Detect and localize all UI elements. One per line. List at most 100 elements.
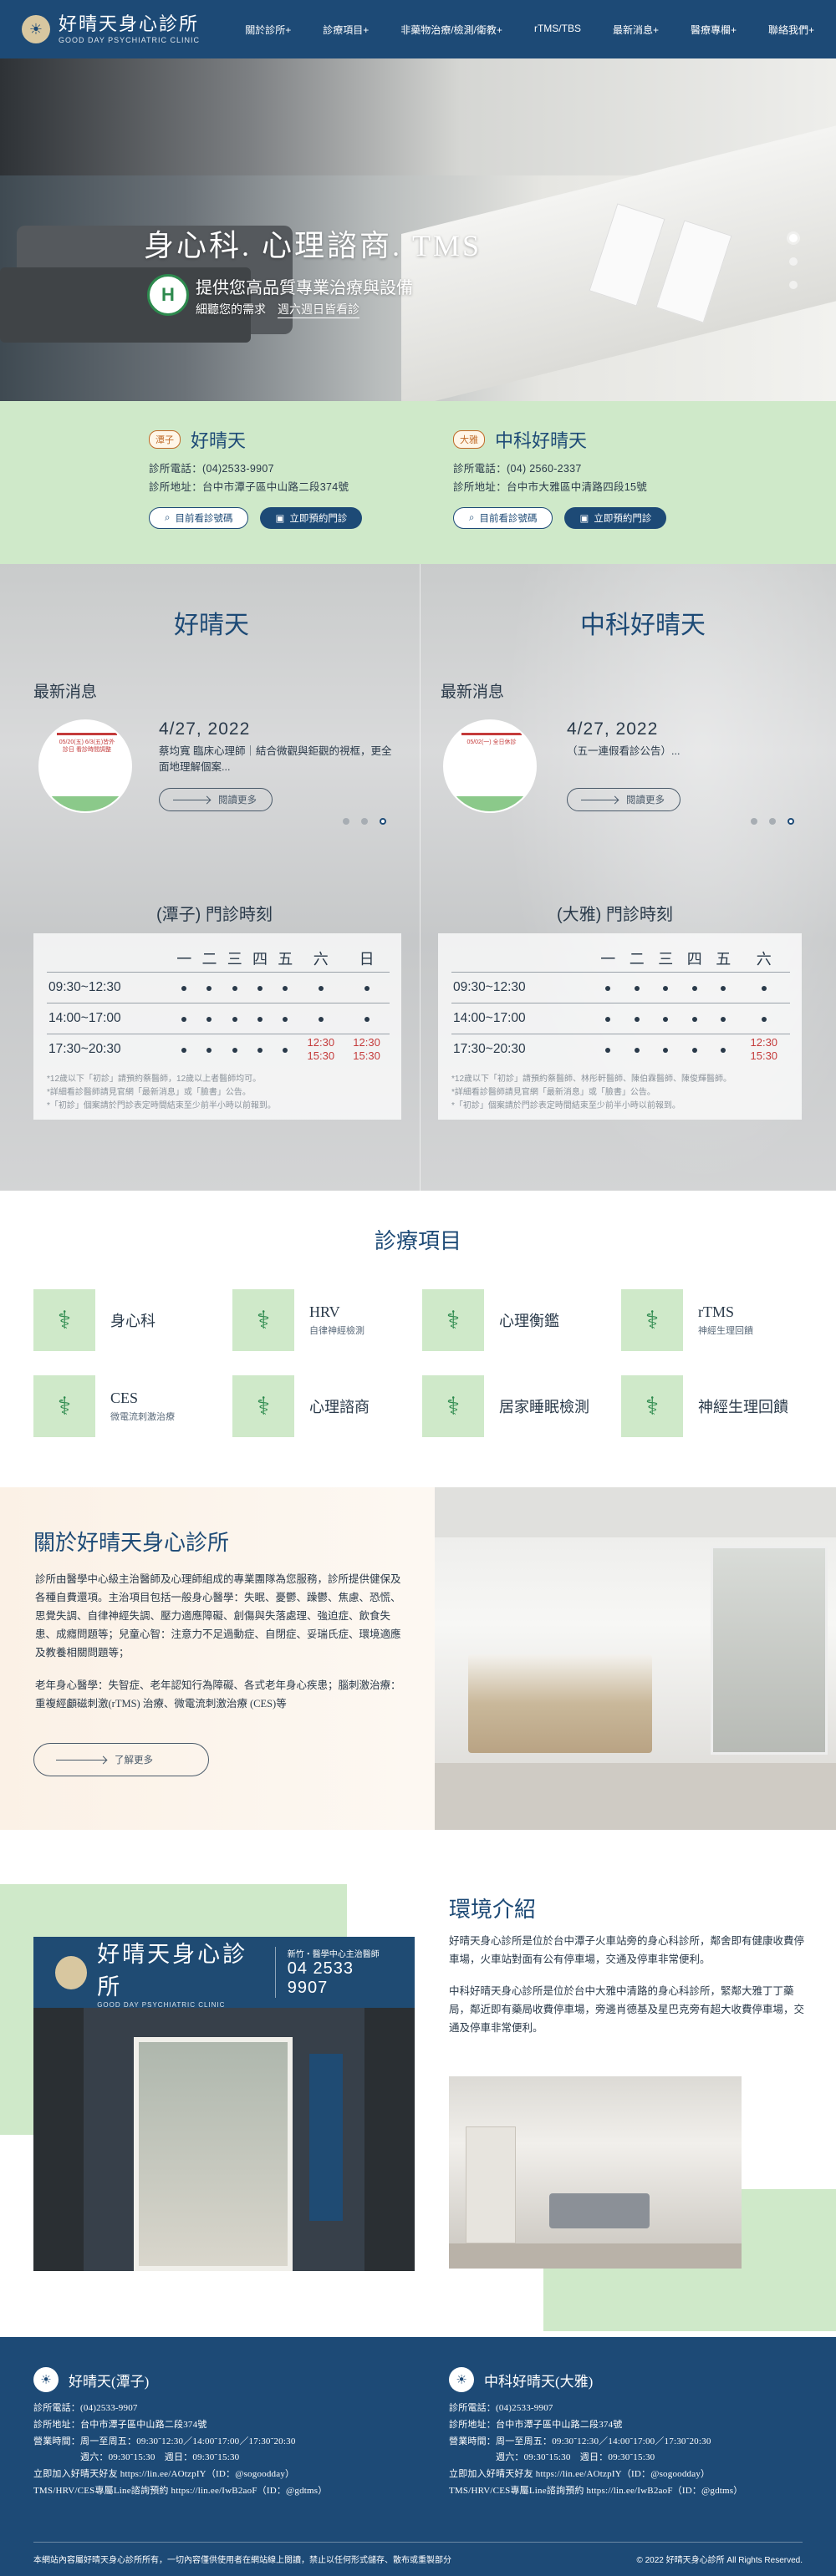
logo-subtitle: GOOD DAY PSYCHIATRIC CLINIC — [59, 35, 201, 44]
sun-logo-icon: ☀ — [33, 2367, 59, 2392]
open-dot-icon — [171, 1033, 197, 1064]
hero-dot[interactable] — [789, 257, 798, 266]
branch-tag: 潭子 — [149, 430, 181, 449]
footer-line: 診所地址：台中市潭子區中山路二段374號 — [33, 2419, 207, 2430]
news-excerpt[interactable]: （五一連假看診公告）... — [567, 744, 809, 760]
hours-note: *詳細看診醫師請見官網「最新消息」或「臉書」公告。 — [47, 1088, 251, 1097]
branch-address: 診所地址：台中市潭子區中山路二段374號 — [149, 481, 349, 493]
nav-about[interactable]: 關於診所+ — [245, 23, 291, 37]
hero-dot[interactable] — [789, 281, 798, 289]
footer-line: 診所電話：(04)2533-9907 — [33, 2403, 138, 2413]
hours-row: 17:30~20:30 12:30 15:30 — [451, 1033, 790, 1064]
sun-logo-icon: ☀ — [449, 2367, 474, 2392]
copyright: © 2022 好晴天身心診所 All Rights Reserved. — [636, 2556, 803, 2565]
hero-banner: 身心科. 心理諮商. TMS H 提供您高品質專業治療與設備 細聽您的需求 週六週… — [0, 58, 836, 409]
open-dot-icon — [196, 971, 222, 1003]
time-slot: 14:00~17:00 — [47, 1002, 172, 1034]
news-heading: 最新消息 — [33, 683, 98, 701]
footer-line: 立即加入好晴天好友 https://lin.ee/AOtzpIY（ID：@sog… — [33, 2469, 295, 2480]
footer-line: 診所電話：(04)2533-9907 — [449, 2403, 553, 2413]
news-excerpt[interactable]: 蔡均寬 臨床心理師｜結合微觀與鉅觀的視框，更全面地理解個案... — [159, 744, 401, 776]
storefront-photo: 好晴天身心診所 GOOD DAY PSYCHIATRIC CLINIC 新竹・醫… — [33, 1937, 415, 2271]
service-item[interactable]: ⚕ HRV 自律神經檢測 — [232, 1289, 364, 1351]
current-number-button[interactable]: ⌕ 目前看診號碼 — [149, 507, 249, 529]
hero-subtitle: 提供您高品質專業治療與設備 — [196, 279, 413, 297]
waiting-room-photo — [449, 2076, 742, 2269]
news-heading: 最新消息 — [441, 683, 505, 701]
nav-contact[interactable]: 聯絡我們+ — [768, 23, 814, 37]
book-appointment-button[interactable]: ▣ 立即預約門診 — [260, 507, 363, 529]
open-dot-icon — [622, 1002, 652, 1034]
site-footer: ☀ 好晴天(潭子) 診所電話：(04)2533-9907 診所地址：台中市潭子區中山… — [0, 2337, 836, 2576]
stethoscope-icon: ⚕ — [422, 1289, 484, 1351]
service-name: 居家睡眠檢測 — [499, 1399, 589, 1415]
hours-title: (潭子) 門診時刻 — [156, 906, 273, 924]
calendar-icon: ▣ — [275, 514, 285, 524]
open-dot-icon — [273, 1002, 298, 1034]
arrow-right-icon — [56, 1759, 106, 1761]
branches-section: 潭子 好晴天 診所電話：(04)2533-9907 診所地址：台中市潭子區中山路… — [0, 401, 836, 564]
nav-column[interactable]: 醫療專欄+ — [691, 23, 737, 37]
open-dot-icon — [680, 1002, 710, 1034]
service-item[interactable]: ⚕ rTMS 神經生理回饋 — [621, 1289, 753, 1351]
footer-line: 週六：09:30˜15:30 週日：09:30˜15:30 — [449, 2452, 655, 2463]
open-dot-icon — [298, 971, 344, 1003]
column-title: 中科好晴天 — [580, 612, 706, 639]
footer-line: TMS/HRV/CES專屬Line諮詢預約 https://lin.ee/IwB… — [449, 2485, 743, 2496]
time-slot: 09:30~12:30 — [47, 971, 172, 1003]
main-nav: 關於診所+ 診療項目+ 非藥物治療/檢測/衛教+ rTMS/TBS 最新消息+ … — [245, 23, 814, 37]
day-header: 日 — [359, 950, 375, 968]
day-header: 一 — [600, 950, 616, 968]
nav-news[interactable]: 最新消息+ — [613, 23, 659, 37]
open-dot-icon — [651, 1002, 681, 1034]
footer-line: TMS/HRV/CES專屬Line諮詢預約 https://lin.ee/IwB… — [33, 2485, 328, 2496]
day-header: 六 — [756, 950, 772, 968]
current-number-button[interactable]: ⌕ 目前看診號碼 — [453, 507, 553, 529]
nav-non-drug[interactable]: 非藥物治療/檢測/衛教+ — [400, 23, 502, 37]
news-thumbnail[interactable]: 05/20(五) 6/3(五)皆外診日 看診時間調整 — [38, 719, 132, 813]
service-item[interactable]: ⚕ 神經生理回饋 — [621, 1375, 788, 1437]
open-dot-icon — [709, 971, 738, 1003]
learn-more-button[interactable]: 了解更多 — [33, 1743, 209, 1776]
service-item[interactable]: ⚕ 身心科 — [33, 1289, 155, 1351]
hours-notes: *12歲以下「初診」請預約蔡醫師、林彤軒醫師、陳伯霖醫師、陳俊輝醫師。 *詳細看診… — [451, 1064, 790, 1120]
read-more-button[interactable]: 閱讀更多 — [567, 788, 681, 811]
open-dot-icon — [171, 971, 197, 1003]
open-dot-icon — [344, 971, 390, 1003]
hours-header-blank — [47, 945, 171, 972]
service-item[interactable]: ⚕ 心理諮商 — [232, 1375, 370, 1437]
storefront-sign: 好晴天身心診所 GOOD DAY PSYCHIATRIC CLINIC 新竹・醫… — [33, 1937, 415, 2009]
open-dot-icon — [593, 1002, 623, 1034]
nav-rtms[interactable]: rTMS/TBS — [534, 23, 581, 37]
hours-table-tanzi: 一二三四五 六 日 09:30~12:30 14:00~17:00 17:30~20:30… — [33, 933, 401, 1120]
branch-phone: 診所電話：(04)2533-9907 — [149, 463, 274, 475]
read-more-button[interactable]: 閱讀更多 — [159, 788, 273, 811]
service-item[interactable]: ⚕ CES 微電流刺激治療 — [33, 1375, 175, 1437]
footer-line: 營業時間：周一至周五：09:30˜12:30／14:00˜17:00／17:30… — [449, 2436, 711, 2446]
news-hours-section: 好晴天 最新消息 05/20(五) 6/3(五)皆外診日 看診時間調整 4/27… — [0, 564, 836, 1191]
service-item[interactable]: ⚕ 居家睡眠檢測 — [422, 1375, 589, 1437]
day-header: 五 — [278, 950, 293, 968]
hero-title: 身心科. 心理諮商. TMS — [144, 229, 482, 262]
stethoscope-icon: ⚕ — [621, 1375, 683, 1437]
hours-notes: *12歲以下「初診」請預約蔡醫師，12歲以上者醫師均可。 *詳細看診醫師請見官網「… — [47, 1064, 390, 1120]
news-thumbnail[interactable]: 05/02(一) 全日休診 — [443, 719, 537, 813]
day-header: 四 — [686, 950, 702, 968]
hero-dot[interactable] — [789, 234, 798, 242]
service-sub: 神經生理回饋 — [698, 1326, 753, 1336]
open-dot-icon — [651, 971, 681, 1003]
footer-col-daya: ☀ 中科好晴天(大雅) 診所電話：(04)2533-9907 診所地址：台中市潭子區… — [449, 2367, 742, 2500]
book-appointment-button[interactable]: ▣ 立即預約門診 — [564, 507, 667, 529]
service-name: 心理衡鑑 — [499, 1313, 559, 1329]
hours-note: *「初診」個案請於門診表定時間結束至少前半小時以前報到。 — [47, 1101, 276, 1110]
hours-note: *「初診」個案請於門診表定時間結束至少前半小時以前報到。 — [451, 1101, 681, 1110]
environment-text-2: 中科好晴天身心診所是位於台中大雅中清路的身心科診所，緊鄰大雅丁丁藥局，鄰近即有藥… — [449, 1985, 805, 2034]
hours-row: 14:00~17:00 — [451, 1002, 790, 1034]
service-item[interactable]: ⚕ 心理衡鑑 — [422, 1289, 559, 1351]
site-logo[interactable]: ☀ 好晴天身心診所 GOOD DAY PSYCHIATRIC CLINIC — [22, 14, 201, 44]
service-sub: 微電流刺激治療 — [110, 1412, 175, 1422]
open-dot-icon — [171, 1002, 197, 1034]
nav-services[interactable]: 診療項目+ — [323, 23, 369, 37]
search-icon: ⌕ — [165, 512, 171, 523]
hours-note: *12歲以下「初診」請預約蔡醫師，12歲以上者醫師均可。 — [47, 1075, 262, 1084]
